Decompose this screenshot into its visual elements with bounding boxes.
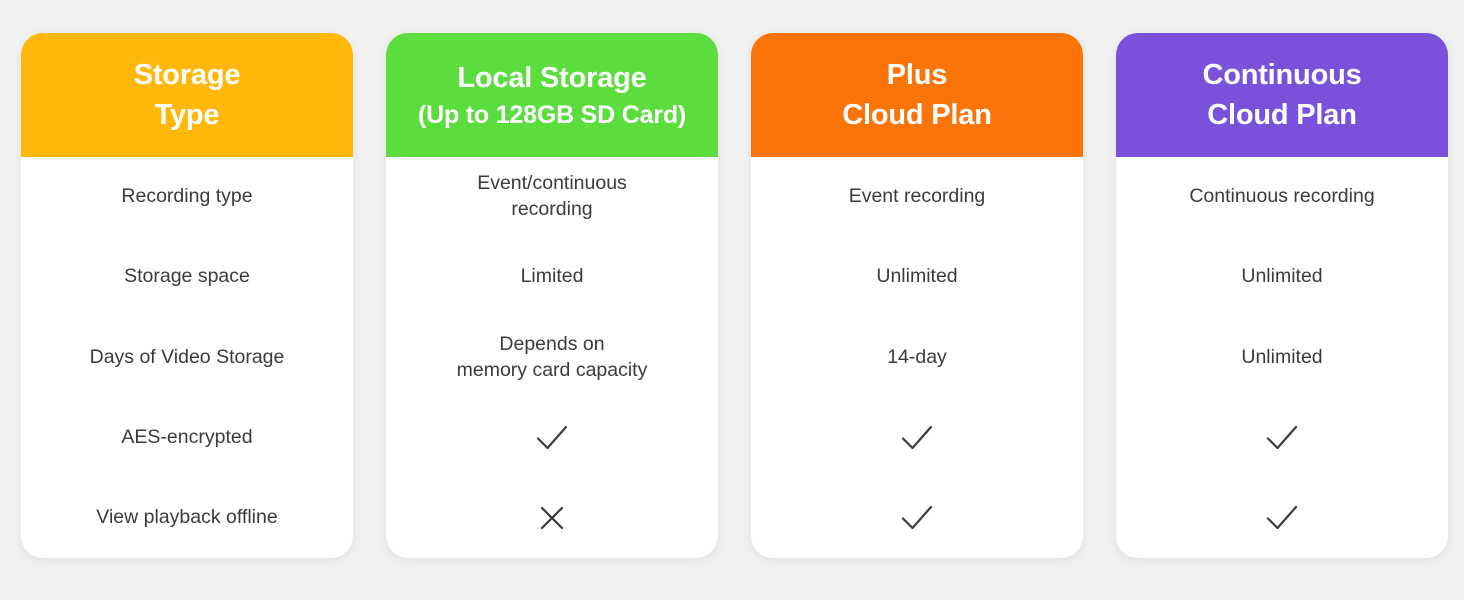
check-icon [1265, 503, 1299, 533]
check-icon-cell [1124, 478, 1440, 558]
cell-text-line: Storage space [124, 265, 250, 288]
cell-text-line: Event recording [848, 185, 986, 208]
check-icon-cell [394, 398, 710, 478]
plan-card-header-continuous-cloud-plan: Continuous Cloud Plan [1116, 33, 1448, 157]
feature-label-cell: View playback offline [29, 478, 345, 558]
feature-value-cell: 14-day [759, 317, 1075, 397]
cell-text: Unlimited [1241, 345, 1322, 371]
feature-label-cell: Storage space [29, 237, 345, 317]
feature-value-cell: Event recording [759, 157, 1075, 237]
cell-text: 14-day [887, 345, 947, 371]
feature-value-cell: Unlimited [759, 237, 1075, 317]
plan-title: Local Storage [457, 61, 647, 94]
cell-text: Event recording [849, 184, 986, 210]
check-icon-cell [759, 398, 1075, 478]
plan-card-body-storage-type: Recording type Storage space Days of Video… [21, 157, 353, 558]
cell-text: Depends on memory card capacity [457, 332, 648, 383]
cell-text-line: memory card capacity [456, 358, 648, 381]
cross-icon [538, 504, 566, 532]
plan-card-continuous-cloud-plan: Continuous Cloud Plan Continuous recording… [1116, 33, 1448, 558]
feature-value-cell: Limited [394, 237, 710, 317]
plan-card-body-local-storage: Event/continuous recording Limited Depends … [386, 157, 718, 558]
plan-card-plus-cloud-plan: Plus Cloud Plan Event recording Unlimited 14… [751, 33, 1083, 558]
plan-card-storage-type: Storage Type Recording type Storage space Da… [21, 33, 353, 558]
plan-subtitle: (Up to 128GB SD Card) [417, 100, 687, 129]
check-icon-cell [1124, 398, 1440, 478]
cell-text: Event/continuous recording [477, 171, 627, 222]
cross-icon-cell [394, 478, 710, 558]
check-icon [900, 423, 934, 453]
cell-text-line: AES-encrypted [121, 425, 253, 448]
feature-value-cell: Event/continuous recording [394, 157, 710, 237]
cell-text: AES-encrypted [121, 425, 252, 451]
cell-text-line: Days of Video Storage [89, 345, 285, 368]
cell-text: View playback offline [96, 505, 277, 531]
plan-subtitle: Cloud Plan [1207, 99, 1357, 131]
cell-text-line: Unlimited [1241, 345, 1323, 368]
plan-title: Plus [886, 58, 948, 91]
plan-card-header-storage-type: Storage Type [21, 33, 353, 157]
check-icon [1265, 423, 1299, 453]
plan-subtitle: Cloud Plan [842, 99, 992, 131]
plan-card-header-local-storage: Local Storage (Up to 128GB SD Card) [386, 33, 718, 157]
plan-card-local-storage: Local Storage (Up to 128GB SD Card) Event/… [386, 33, 718, 558]
cell-text: Days of Video Storage [90, 345, 285, 371]
plan-subtitle: Type [154, 99, 220, 131]
cell-text: Limited [521, 264, 584, 290]
feature-value-cell: Continuous recording [1124, 157, 1440, 237]
cell-text-line: Depends on [499, 332, 605, 355]
cell-text: Storage space [124, 264, 250, 290]
cell-text-line: Event/continuous [477, 172, 627, 195]
feature-value-cell: Depends on memory card capacity [394, 317, 710, 397]
feature-label-cell: Days of Video Storage [29, 317, 345, 397]
cell-text-line: Continuous recording [1189, 185, 1375, 208]
plan-card-body-continuous-cloud-plan: Continuous recording Unlimited Unlimited [1116, 157, 1448, 558]
feature-label-cell: Recording type [29, 157, 345, 237]
feature-value-cell: Unlimited [1124, 237, 1440, 317]
cell-text: Unlimited [876, 264, 957, 290]
plan-comparison-table: Storage Type Recording type Storage space Da… [0, 0, 1464, 600]
cell-text-line: View playback offline [96, 506, 278, 529]
cell-text-line: Unlimited [876, 265, 958, 288]
feature-label-cell: AES-encrypted [29, 398, 345, 478]
plan-title: Continuous [1202, 58, 1362, 91]
cell-text: Unlimited [1241, 264, 1322, 290]
cell-text-line: Unlimited [1241, 265, 1323, 288]
plan-card-body-plus-cloud-plan: Event recording Unlimited 14-day [751, 157, 1083, 558]
cell-text: Continuous recording [1189, 184, 1374, 210]
cell-text-line: Limited [520, 265, 584, 288]
feature-value-cell: Unlimited [1124, 317, 1440, 397]
plan-title: Storage [133, 58, 241, 91]
plan-card-header-plus-cloud-plan: Plus Cloud Plan [751, 33, 1083, 157]
check-icon [900, 503, 934, 533]
cell-text: Recording type [121, 184, 252, 210]
cell-text-line: Recording type [121, 185, 253, 208]
cell-text-line: recording [511, 198, 593, 221]
cell-text-line: 14-day [887, 345, 947, 368]
check-icon [535, 423, 569, 453]
check-icon-cell [759, 478, 1075, 558]
